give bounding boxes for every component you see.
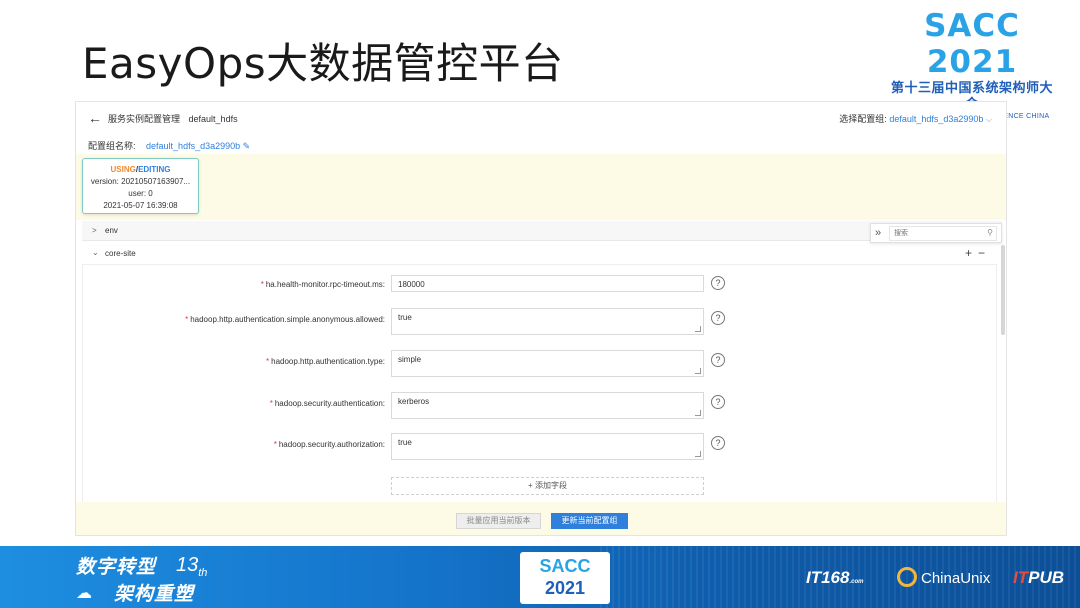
version-id: version: 20210507163907... <box>90 177 191 186</box>
section-core-site-label: core-site <box>105 249 136 258</box>
footer-sacc-logo: SACC 2021 <box>520 552 610 604</box>
sacc-logo-main: SACC 2021 <box>924 8 1020 80</box>
partner-it168-suffix: .com <box>849 579 864 585</box>
breadcrumb-current: default_hdfs <box>188 114 238 124</box>
required-mark: * <box>260 280 264 289</box>
footer-ordinal: 13th <box>176 554 207 579</box>
field-textarea[interactable]: true <box>391 433 704 460</box>
footer-slogan-line2: 架构重塑 <box>114 584 195 605</box>
field-textarea[interactable]: kerberos <box>391 392 704 419</box>
collapse-double-arrow-icon[interactable]: » <box>875 227 881 239</box>
field-label: * hadoop.http.authentication.type: <box>266 357 385 366</box>
field-input[interactable]: 180000 <box>391 275 704 292</box>
config-group-name-label: 配置组名称: <box>88 141 136 151</box>
field-label-text: ha.health-monitor.rpc-timeout.ms: <box>265 280 385 289</box>
version-band <box>76 154 1006 220</box>
scrollbar[interactable] <box>1001 245 1005 335</box>
help-circle-icon[interactable]: ? <box>711 276 725 290</box>
chinaunix-logo-icon <box>897 567 917 587</box>
status-editing: EDITING <box>138 165 171 174</box>
section-core-site[interactable]: ⌄ core-site +− <box>82 243 997 265</box>
chevron-right-icon: > <box>92 226 97 235</box>
field-textarea[interactable]: simple <box>391 350 704 377</box>
footer-slogan-line1: 数字转型 <box>76 557 157 578</box>
required-mark: * <box>273 440 277 449</box>
slide: EasyOps大数据管控平台 SACC 2021 第十三届中国系统架构师大会 S… <box>0 0 1080 608</box>
breadcrumb-parent[interactable]: 服务实例配置管理 <box>108 114 180 124</box>
cloud-icon: ☁ <box>76 585 92 602</box>
partner-it168-logo: IT168.com <box>806 568 864 588</box>
partner-itpub-logo: ITPUB <box>1013 568 1064 588</box>
chevron-down-icon: ⌄ <box>92 248 99 257</box>
config-group-selector-label: 选择配置组: <box>839 114 887 124</box>
partner-it168-text: IT168 <box>806 568 850 587</box>
required-mark: * <box>266 357 270 366</box>
config-group-selector-value[interactable]: default_hdfs_d3a2990b <box>889 114 983 124</box>
ordinal-suffix: th <box>198 567 208 579</box>
partner-chinaunix-logo: ChinaUnix <box>921 570 991 587</box>
breadcrumb: 服务实例配置管理 default_hdfs <box>108 112 238 125</box>
field-label: * hadoop.security.authorization: <box>274 440 385 449</box>
version-user: user: 0 <box>128 189 153 198</box>
search-panel: » ⚲ <box>870 223 1002 243</box>
add-field-button[interactable]: + 添加字段 <box>391 477 704 495</box>
help-circle-icon[interactable]: ? <box>711 311 725 325</box>
partner-itpub-it: IT <box>1013 568 1029 587</box>
field-label: * hadoop.security.authentication: <box>270 399 385 408</box>
add-remove-controls[interactable]: +− <box>965 246 991 260</box>
field-label-text: hadoop.http.authentication.simple.anonym… <box>190 315 385 324</box>
field-textarea[interactable]: true <box>391 308 704 335</box>
footer-logo-bottom: 2021 <box>544 578 586 598</box>
partner-itpub-pub: PUB <box>1028 568 1065 587</box>
field-label-text: hadoop.security.authentication: <box>274 399 385 408</box>
action-band <box>76 502 1006 535</box>
edit-pencil-icon[interactable]: ✎ <box>243 141 251 151</box>
config-group-selector[interactable]: 选择配置组: default_hdfs_d3a2990b ⌵ <box>839 112 992 125</box>
field-label-text: hadoop.security.authorization: <box>278 440 385 449</box>
footer-banner: 数字转型 ☁ 架构重塑 13th SACC 2021 IT168.com Chi… <box>0 546 1080 608</box>
required-mark: * <box>269 399 273 408</box>
search-input[interactable] <box>889 226 997 241</box>
config-screenshot-panel: ← 服务实例配置管理 default_hdfs 选择配置组: default_h… <box>75 101 1007 536</box>
back-arrow-icon[interactable]: ← <box>88 110 102 126</box>
chevron-down-icon[interactable]: ⌵ <box>986 115 992 124</box>
update-config-group-button[interactable]: 更新当前配置组 <box>551 513 628 529</box>
required-mark: * <box>185 315 189 324</box>
help-circle-icon[interactable]: ? <box>711 395 725 409</box>
panel-topbar: ← 服务实例配置管理 default_hdfs 选择配置组: default_h… <box>76 102 1006 134</box>
version-time: 2021-05-07 16:39:08 <box>103 201 178 210</box>
help-circle-icon[interactable]: ? <box>711 436 725 450</box>
section-env[interactable]: > env <box>82 221 1002 241</box>
core-site-form: * ha.health-monitor.rpc-timeout.ms: 18000… <box>82 265 997 503</box>
version-status: USING/EDITING <box>83 165 198 174</box>
field-label: * ha.health-monitor.rpc-timeout.ms: <box>261 280 385 289</box>
config-group-name-value[interactable]: default_hdfs_d3a2990b <box>146 141 240 151</box>
help-circle-icon[interactable]: ? <box>711 353 725 367</box>
slide-title: EasyOps大数据管控平台 <box>82 39 564 88</box>
ordinal-number: 13 <box>176 554 199 576</box>
version-card[interactable]: USING/EDITING version: 20210507163907...… <box>82 158 199 214</box>
field-label: * hadoop.http.authentication.simple.anony… <box>185 315 385 324</box>
footer-logo-top: SACC <box>539 556 591 576</box>
batch-apply-button[interactable]: 批量应用当前版本 <box>456 513 541 529</box>
section-env-label: env <box>105 226 118 235</box>
search-icon[interactable]: ⚲ <box>987 228 993 237</box>
config-group-name-row: 配置组名称: default_hdfs_d3a2990b ✎ <box>88 139 250 152</box>
field-label-text: hadoop.http.authentication.type: <box>271 357 385 366</box>
status-using: USING <box>110 165 136 174</box>
